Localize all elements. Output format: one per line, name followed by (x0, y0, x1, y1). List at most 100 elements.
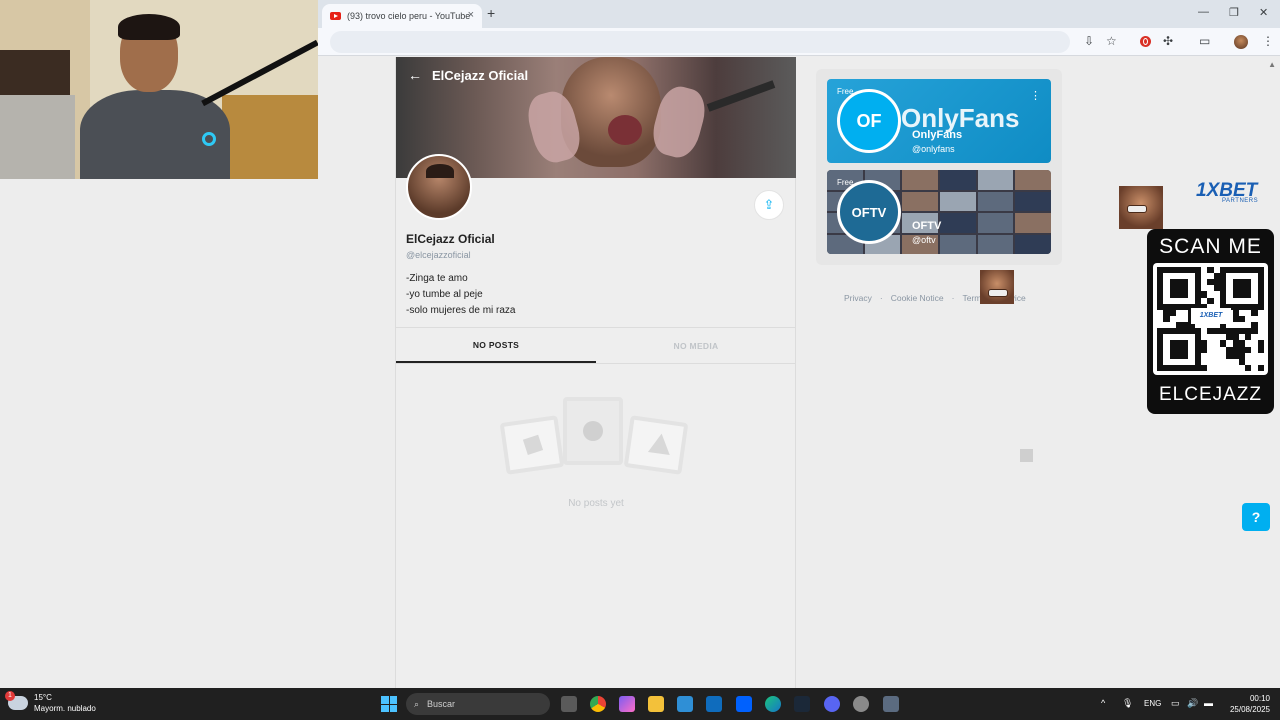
empty-card-triangle (623, 415, 689, 475)
discord-icon[interactable] (824, 696, 840, 712)
oftv-logo: OFTV (837, 180, 901, 244)
notification-badge: 1 (5, 691, 15, 701)
minimize-button[interactable]: — (1198, 6, 1209, 18)
install-app-icon[interactable]: ⇩ (1084, 34, 1094, 48)
webcam-shelf (222, 95, 318, 179)
cover-mouth (608, 115, 642, 145)
bookmark-star-icon[interactable]: ☆ (1106, 34, 1117, 48)
cookie-notice-link[interactable]: Cookie Notice (891, 293, 944, 303)
suggestion-handle: @onlyfans (912, 144, 955, 154)
profile-header: ← ElCejazz Oficial (408, 67, 528, 83)
logo-text: OFTV (851, 204, 887, 220)
language-indicator[interactable]: ENG (1144, 699, 1161, 708)
display-name: ElCejazz Oficial (406, 232, 495, 246)
battery-icon[interactable]: ▬ (1204, 698, 1213, 708)
tab-posts[interactable]: NO POSTS (396, 328, 596, 363)
restore-button[interactable]: ❐ (1229, 6, 1239, 19)
qr-footer: ELCEJAZZ (1158, 384, 1263, 405)
more-options-icon[interactable]: ⋮ (1030, 89, 1041, 102)
tab-title: (93) trovo cielo peru - YouTube (347, 11, 471, 21)
sponsor-subtitle: PARTNERS (1222, 198, 1259, 204)
network-icon[interactable]: ▭ (1171, 698, 1180, 709)
empty-card-square (499, 415, 565, 475)
scroll-up-icon[interactable]: ▲ (1268, 60, 1276, 69)
suggestion-card[interactable]: Free OFTV OFTV @oftv (827, 170, 1051, 254)
cover-mic (706, 80, 776, 112)
opera-extension-icon[interactable] (1140, 36, 1151, 47)
meme-face-sticker (980, 270, 1014, 304)
outlook-icon[interactable] (706, 696, 722, 712)
profile-avatar-image[interactable] (406, 154, 472, 220)
qr-center-logo: 1XBET (1191, 308, 1231, 324)
taskbar-search[interactable]: ⌕ Buscar (406, 693, 550, 715)
microphone-icon[interactable]: 🎙 (1122, 698, 1133, 709)
browser-tab[interactable]: (93) trovo cielo peru - YouTube × (322, 4, 482, 28)
privacy-link[interactable]: Privacy (844, 293, 872, 303)
kebab-menu-icon[interactable]: ⋮ (1262, 34, 1274, 48)
back-arrow-icon[interactable]: ← (408, 67, 422, 83)
webcam-person-hair (118, 14, 180, 40)
suggestion-handle: @oftv (912, 235, 936, 245)
share-icon: ⇪ (763, 197, 775, 212)
username: @elcejazzoficial (406, 250, 471, 260)
copilot-icon[interactable] (619, 696, 635, 712)
header-title: ElCejazz Oficial (432, 67, 529, 83)
calculator-icon[interactable] (883, 696, 899, 712)
search-icon: ⌕ (414, 698, 420, 709)
dropbox-icon[interactable] (736, 696, 752, 712)
help-button[interactable]: ? (1242, 503, 1270, 531)
footer-dot: · (951, 293, 955, 303)
search-placeholder: Buscar (427, 699, 456, 709)
empty-state-illustration (499, 397, 691, 487)
weather-temp: 15°C (34, 693, 52, 702)
suggestions-panel: Free OF OnlyFans OnlyFans @onlyfans ⋮ Fr… (816, 69, 1062, 265)
tray-chevron-icon[interactable]: ^ (1101, 698, 1105, 708)
bio: -Zinga te amo -yo tumbe al peje -solo mu… (406, 271, 515, 319)
task-view-icon[interactable] (561, 696, 577, 712)
extensions-puzzle-icon[interactable]: ✣ (1163, 34, 1173, 48)
windows-taskbar: 1 15°C Mayorm. nublado ⌕ Buscar ^ 🎙 ENG … (0, 688, 1280, 720)
qr-title: SCAN ME (1159, 235, 1262, 258)
webcam-overlay (0, 0, 318, 179)
onlyfans-logo: OF (837, 89, 901, 153)
obs-icon[interactable] (853, 696, 869, 712)
youtube-icon (330, 12, 341, 20)
share-button[interactable]: ⇪ (754, 190, 784, 220)
file-explorer-icon[interactable] (648, 696, 664, 712)
qr-sponsor-panel: SCAN ME 1XBET ELCEJAZZ (1147, 229, 1274, 414)
weather-desc: Mayorm. nublado (34, 704, 96, 713)
new-tab-button[interactable]: + (487, 5, 495, 21)
tab-close-icon[interactable]: × (468, 9, 474, 21)
meme-face-sticker (1119, 186, 1163, 229)
logo-text: OF (856, 110, 882, 131)
close-window-button[interactable]: ✕ (1259, 6, 1268, 19)
side-panel-icon[interactable]: ▭ (1199, 34, 1210, 48)
decorative-square (1020, 449, 1033, 462)
steam-icon[interactable] (794, 696, 810, 712)
profile-tabs: NO POSTS NO MEDIA (396, 327, 796, 364)
empty-state-text: No posts yet (568, 498, 624, 509)
suggestion-name: OFTV (912, 220, 942, 232)
tab-media[interactable]: NO MEDIA (596, 328, 796, 363)
edge-icon[interactable] (765, 696, 781, 712)
weather-widget[interactable]: 1 15°C Mayorm. nublado (5, 691, 96, 714)
suggestion-card[interactable]: Free OF OnlyFans OnlyFans @onlyfans ⋮ (827, 79, 1051, 163)
volume-icon[interactable]: 🔊 (1187, 698, 1198, 709)
chrome-icon[interactable] (590, 696, 606, 712)
bio-line: -yo tumbe al peje (406, 289, 483, 300)
time: 00:10 (1249, 694, 1270, 703)
date: 25/08/2025 (1229, 705, 1270, 714)
footer-dot: · (879, 293, 883, 303)
store-icon[interactable] (677, 696, 693, 712)
start-button[interactable] (381, 696, 397, 712)
bio-line: -solo mujeres de mi raza (406, 305, 516, 316)
webcam-sheet (0, 95, 75, 179)
clock[interactable]: 00:10 25/08/2025 (1226, 693, 1270, 715)
address-bar[interactable] (330, 31, 1070, 53)
profile-avatar[interactable] (1234, 35, 1248, 49)
profile-column: ← ElCejazz Oficial ⇪ ElCejazz Oficial @e… (395, 57, 796, 688)
bio-line: -Zinga te amo (406, 273, 468, 284)
empty-card-image (563, 397, 623, 465)
cloud-icon: 1 (5, 691, 28, 710)
suggestion-name: OnlyFans (912, 129, 963, 141)
